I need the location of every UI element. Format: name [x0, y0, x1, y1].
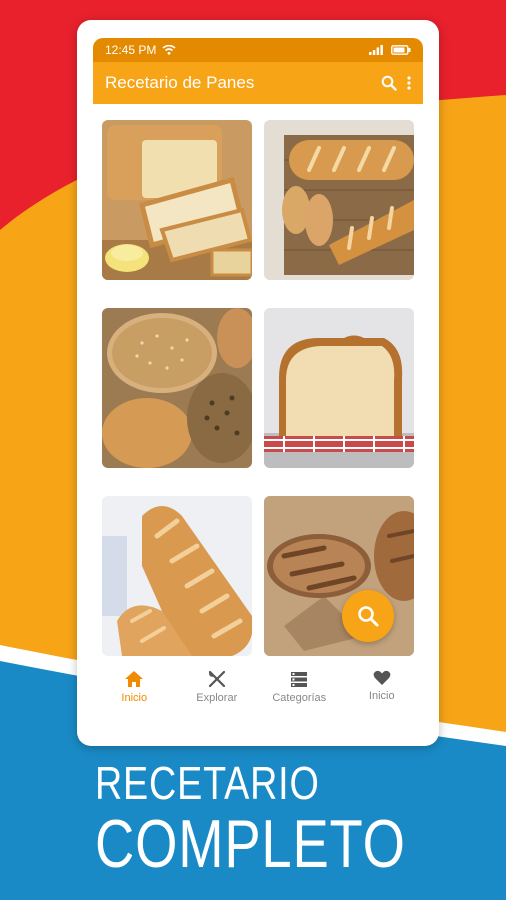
nav-label-explorar: Explorar	[196, 692, 238, 704]
nav-label-categorias: Categorías	[272, 692, 327, 704]
list-icon	[291, 672, 308, 687]
nav-item-inicio[interactable]: Inicio	[94, 670, 174, 704]
recipe-card-baguettes[interactable]	[264, 120, 414, 280]
recipe-card-french-loaves[interactable]	[102, 496, 252, 656]
nav-item-categorias[interactable]: Categorías	[259, 670, 339, 704]
more-vert-icon[interactable]	[407, 75, 411, 91]
status-time: 12:45 PM	[105, 43, 157, 57]
home-icon	[125, 671, 144, 687]
utensils-icon	[208, 670, 225, 688]
heart-icon	[373, 670, 391, 685]
recipe-card-rustic-loaves[interactable]	[264, 496, 414, 656]
recipe-card-rolls[interactable]	[102, 308, 252, 468]
french-loaves-image	[102, 496, 252, 656]
battery-icon	[391, 45, 411, 55]
baguettes-image	[264, 120, 414, 280]
search-fab[interactable]	[342, 590, 394, 642]
signal-icon	[369, 45, 383, 55]
phone-mockup: 12:45 PM Recetario de Panes Inicio Explo…	[77, 20, 439, 746]
wifi-icon	[162, 45, 176, 55]
sliced-bread-image	[102, 120, 252, 280]
nav-label-inicio: Inicio	[121, 692, 148, 704]
app-bar: Recetario de Panes	[93, 62, 423, 104]
nav-item-favoritos[interactable]: Inicio	[342, 670, 422, 702]
sandwich-loaf-image	[264, 308, 414, 468]
rolls-image	[102, 308, 252, 468]
nav-label-favoritos: Inicio	[368, 690, 395, 702]
status-bar: 12:45 PM	[93, 38, 423, 62]
app-title: Recetario de Panes	[105, 73, 255, 92]
search-icon[interactable]	[381, 75, 397, 91]
nav-item-explorar[interactable]: Explorar	[177, 670, 257, 704]
promo-headline-line1: RECETARIO	[95, 757, 320, 809]
bottom-nav: Inicio Explorar Categorías Inicio	[93, 670, 423, 726]
rustic-loaves-image	[264, 496, 414, 656]
recipe-card-sliced-bread[interactable]	[102, 120, 252, 280]
recipe-card-sandwich-loaf[interactable]	[264, 308, 414, 468]
fab-search-icon	[358, 606, 379, 627]
promo-headline-line2: COMPLETO	[95, 806, 406, 882]
